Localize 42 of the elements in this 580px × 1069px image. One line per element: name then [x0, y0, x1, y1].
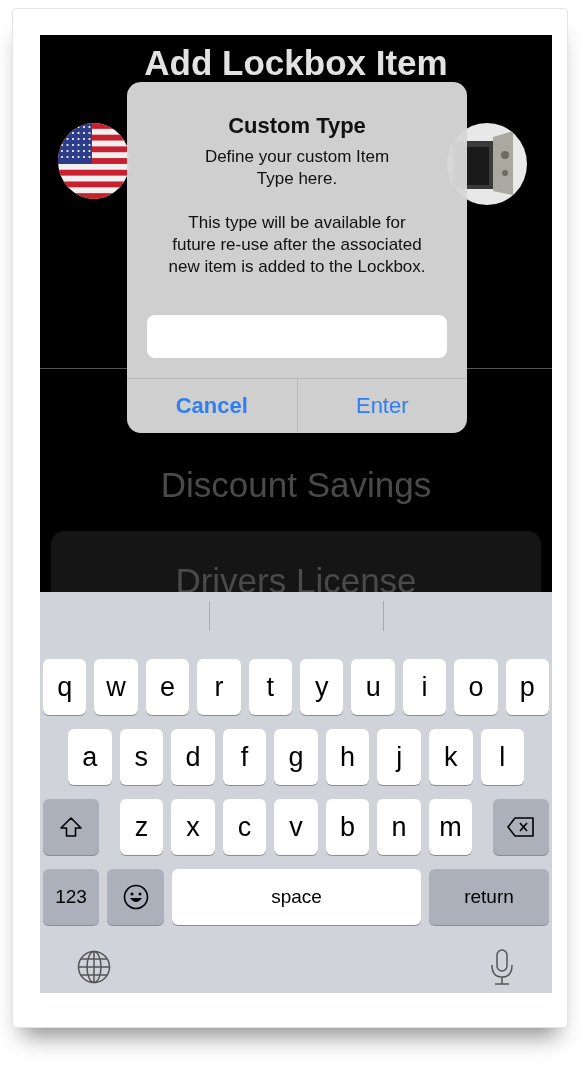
letter-key[interactable]: u [351, 659, 395, 715]
microphone-icon[interactable] [490, 949, 514, 985]
letter-key[interactable]: m [428, 799, 473, 855]
letter-key[interactable]: i [402, 659, 447, 715]
letter-key[interactable]: d [171, 729, 215, 785]
letter-key[interactable]: f [222, 729, 267, 785]
alert-title: Custom Type [227, 112, 367, 140]
emoji-key[interactable] [107, 869, 164, 925]
letter-key[interactable]: z [119, 799, 164, 855]
letter-key[interactable]: q [43, 659, 87, 715]
letter-key[interactable]: p [505, 659, 550, 715]
letter-key[interactable]: o [454, 659, 498, 715]
letter-key[interactable]: w [94, 659, 138, 715]
numbers-key[interactable]: 123 [43, 869, 99, 925]
shift-icon [60, 817, 82, 837]
letter-key[interactable]: h [325, 729, 370, 785]
letter-key[interactable]: s [119, 729, 164, 785]
alert-message: This type will be available for future re-use after the associated new item is added to the Lockbox. [167, 212, 427, 278]
letter-key[interactable]: g [274, 729, 318, 785]
screen-title: Add Lockbox Item [143, 42, 449, 83]
backspace-icon [507, 817, 535, 837]
alert-message: Define your custom Item Type here. [203, 146, 391, 190]
letter-key[interactable]: y [300, 659, 344, 715]
letter-key[interactable]: e [145, 659, 190, 715]
letter-key[interactable]: r [197, 659, 241, 715]
letter-key[interactable]: j [377, 729, 421, 785]
letter-key[interactable]: n [377, 799, 421, 855]
input-field[interactable] [147, 315, 447, 358]
letter-key[interactable]: k [428, 729, 473, 785]
letter-key[interactable]: b [325, 799, 370, 855]
delete-key[interactable] [493, 799, 549, 855]
letter-key[interactable]: l [480, 729, 525, 785]
space-bar[interactable]: space [172, 869, 421, 925]
letter-key[interactable]: v [274, 799, 318, 855]
globe-icon[interactable] [77, 950, 111, 984]
letter-key[interactable]: t [248, 659, 293, 715]
letter-key[interactable]: c [222, 799, 267, 855]
return-key[interactable]: return [429, 869, 549, 925]
letter-key[interactable]: a [68, 729, 112, 785]
emoji-icon [122, 884, 149, 910]
shift-key[interactable] [43, 799, 99, 855]
letter-key[interactable]: x [171, 799, 215, 855]
